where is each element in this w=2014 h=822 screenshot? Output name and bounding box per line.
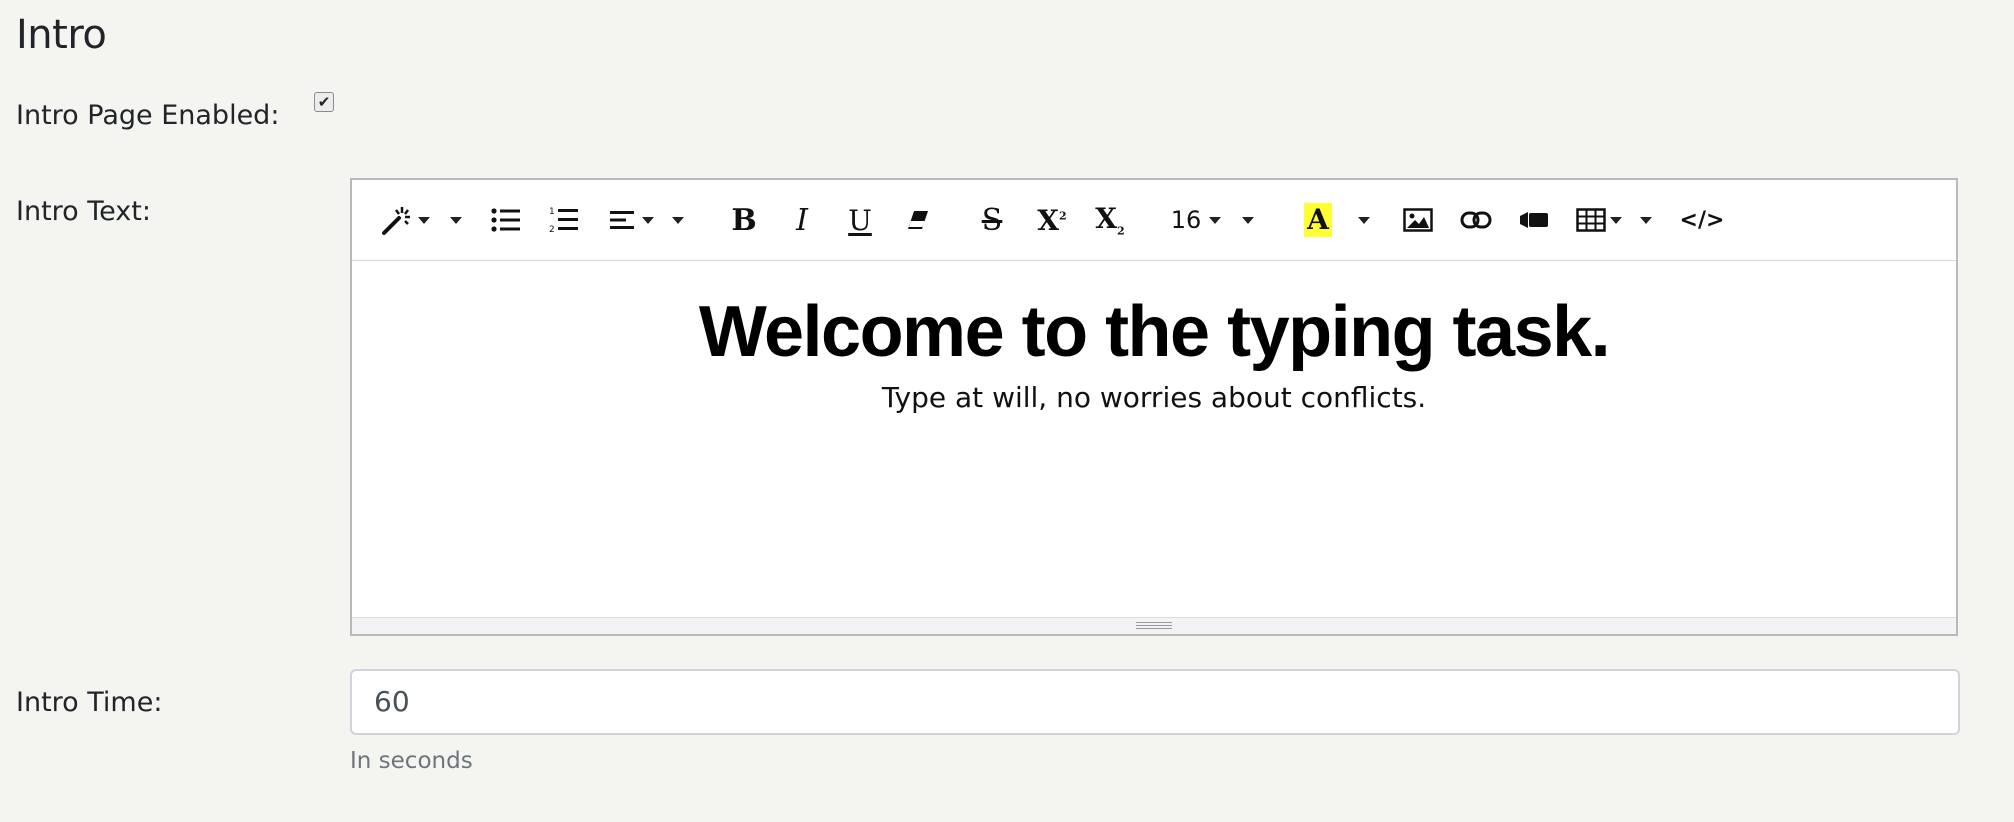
- bold-icon: B: [731, 202, 757, 238]
- eraser-icon: [908, 211, 928, 229]
- table-icon: [1576, 208, 1606, 232]
- font-size-select[interactable]: 16: [1164, 198, 1228, 242]
- intro-enabled-label: Intro Page Enabled:: [16, 100, 280, 131]
- editor-toolbar: 1 2 B I U S X2 X2 16 A </>: [352, 180, 1956, 261]
- align-button[interactable]: [604, 198, 660, 242]
- editor-content[interactable]: Welcome to the typing task. Type at will…: [352, 261, 1956, 601]
- image-icon: [1403, 208, 1433, 232]
- highlight-color-button[interactable]: A: [1298, 198, 1338, 242]
- numbered-list-icon: 1 2: [549, 207, 578, 234]
- insert-video-button[interactable]: [1512, 198, 1556, 242]
- insert-link-button[interactable]: [1454, 198, 1498, 242]
- clear-format-button[interactable]: [898, 198, 938, 242]
- chevron-down-icon: [450, 216, 462, 224]
- highlight-color-icon: A: [1304, 203, 1332, 237]
- chevron-down-icon: [672, 216, 684, 224]
- section-title: Intro: [16, 12, 107, 58]
- style-more-button[interactable]: [444, 198, 468, 242]
- chevron-down-icon: [1610, 216, 1622, 224]
- rich-text-editor: 1 2 B I U S X2 X2 16 A </> Welcome to th…: [350, 178, 1958, 636]
- insert-image-button[interactable]: [1396, 198, 1440, 242]
- style-button[interactable]: [374, 198, 436, 242]
- underline-button[interactable]: U: [840, 198, 880, 242]
- link-icon: [1460, 211, 1492, 229]
- intro-time-help: In seconds: [350, 748, 473, 774]
- video-icon: [1520, 212, 1548, 228]
- bold-button[interactable]: B: [724, 198, 764, 242]
- chevron-down-icon: [418, 216, 430, 224]
- code-view-button[interactable]: </>: [1674, 198, 1730, 242]
- highlight-color-dropdown[interactable]: [1352, 198, 1376, 242]
- checkmark-icon: ✔: [317, 92, 331, 111]
- underline-icon: U: [848, 203, 872, 237]
- bullet-list-button[interactable]: [484, 198, 528, 242]
- italic-button[interactable]: I: [782, 198, 822, 242]
- grip-icon: [1136, 622, 1172, 631]
- chevron-down-icon: [1358, 216, 1370, 224]
- strikethrough-icon: S: [981, 202, 1003, 238]
- chevron-down-icon: [642, 216, 654, 224]
- chevron-down-icon: [1209, 216, 1222, 224]
- subscript-icon: X2: [1095, 202, 1125, 238]
- intro-time-label: Intro Time:: [16, 687, 163, 718]
- superscript-icon: X2: [1037, 203, 1067, 237]
- magic-icon: [382, 207, 410, 235]
- font-size-more-button[interactable]: [1236, 198, 1260, 242]
- svg-text:2: 2: [549, 225, 555, 234]
- bullet-list-icon: [491, 208, 520, 232]
- editor-resize-handle[interactable]: [352, 617, 1956, 634]
- italic-icon: I: [796, 202, 808, 238]
- chevron-down-icon: [1242, 216, 1254, 224]
- align-more-button[interactable]: [666, 198, 690, 242]
- font-size-value: 16: [1170, 206, 1202, 234]
- intro-time-input[interactable]: 60: [350, 669, 1960, 735]
- superscript-button[interactable]: X2: [1030, 198, 1074, 242]
- numbered-list-button[interactable]: 1 2: [542, 198, 586, 242]
- content-heading[interactable]: Welcome to the typing task.: [352, 291, 1956, 373]
- intro-enabled-checkbox[interactable]: ✔: [314, 92, 334, 112]
- content-paragraph[interactable]: Type at will, no worries about conflicts…: [352, 381, 1956, 414]
- strikethrough-button[interactable]: S: [972, 198, 1012, 242]
- align-icon: [610, 211, 634, 229]
- svg-text:1: 1: [549, 207, 555, 217]
- code-view-icon: </>: [1679, 207, 1725, 233]
- intro-text-label: Intro Text:: [16, 196, 151, 227]
- chevron-down-icon: [1640, 216, 1652, 224]
- insert-table-button[interactable]: [1572, 198, 1626, 242]
- subscript-button[interactable]: X2: [1088, 198, 1132, 242]
- table-more-button[interactable]: [1634, 198, 1658, 242]
